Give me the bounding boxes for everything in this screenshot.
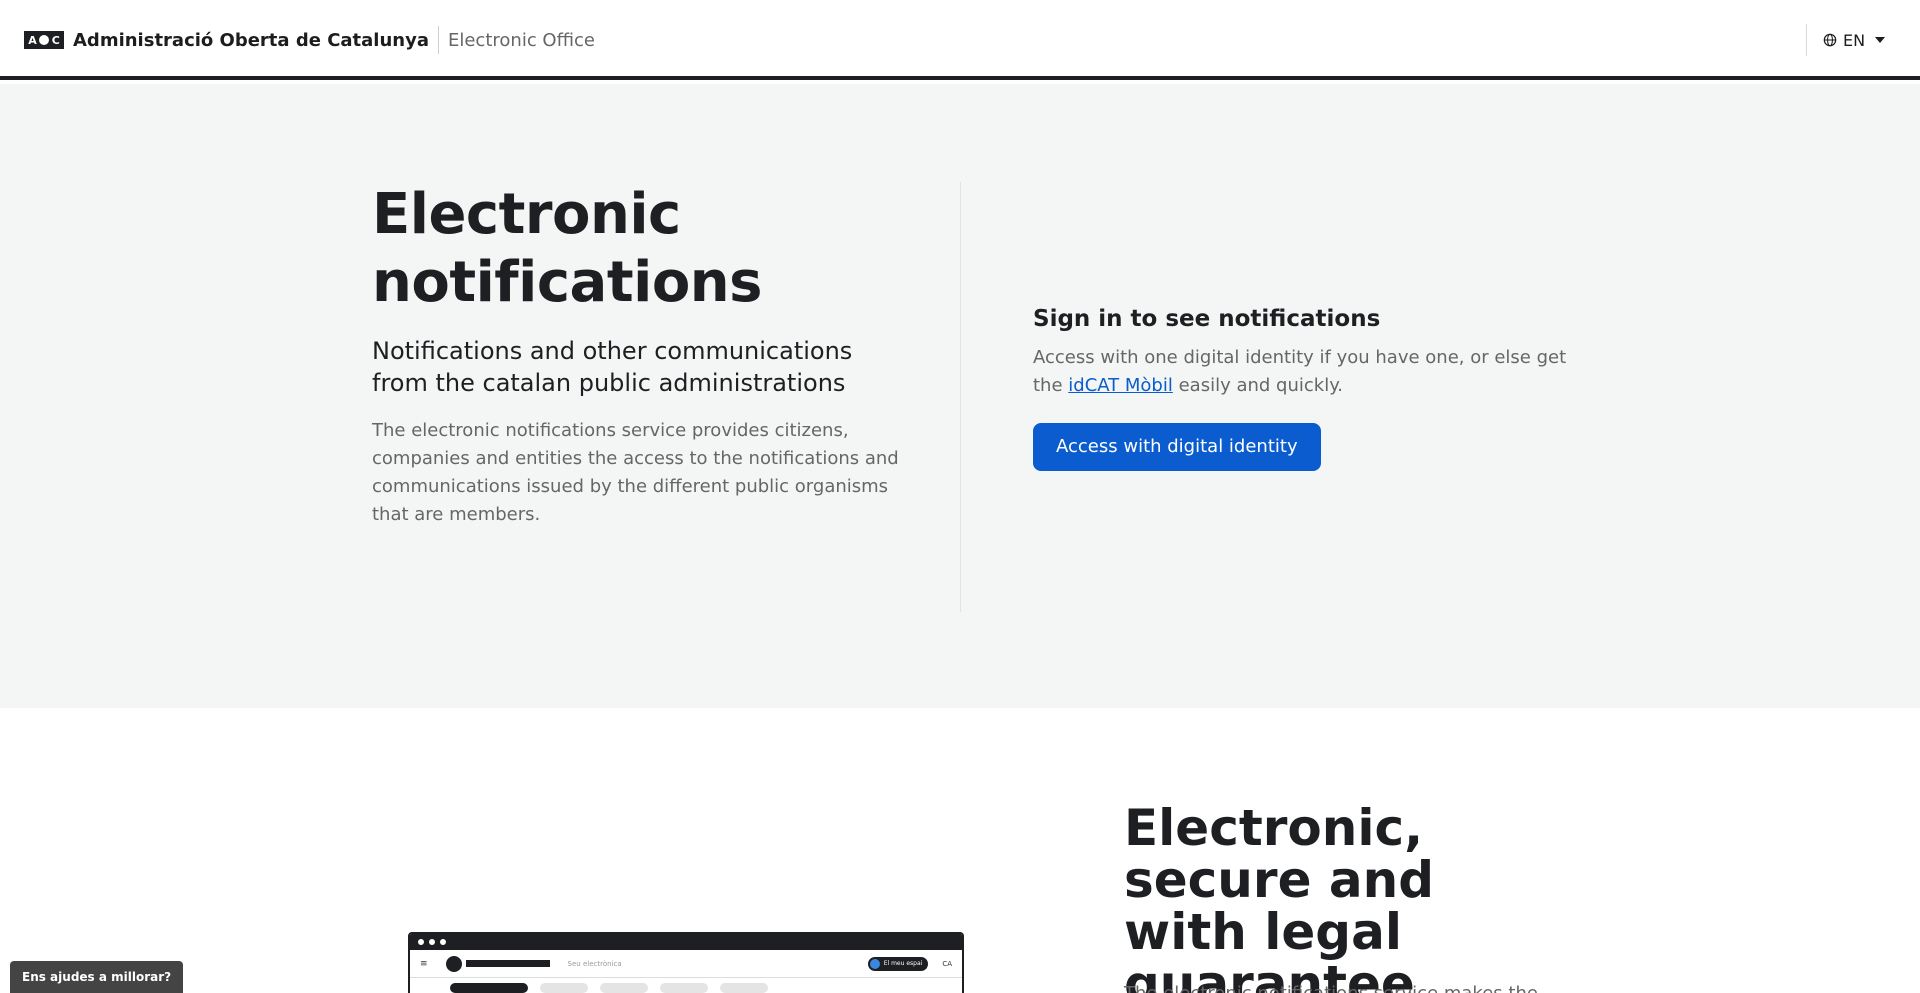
mockup-tabs bbox=[410, 978, 962, 993]
idcat-mobil-link[interactable]: idCAT Mòbil bbox=[1068, 375, 1173, 396]
hero-divider bbox=[960, 182, 961, 612]
features-section: ≡ Seu electrònica El meu espai CA Electr… bbox=[0, 708, 1920, 993]
signin-text: Access with one digital identity if you … bbox=[1033, 344, 1568, 400]
mockup-name-bar bbox=[465, 960, 550, 967]
brand[interactable]: AC Administració Oberta de Catalunya Ele… bbox=[24, 26, 595, 54]
mockup-window-bar bbox=[410, 934, 962, 950]
signin-title: Sign in to see notifications bbox=[1033, 306, 1381, 332]
office-name[interactable]: Electronic Office bbox=[448, 30, 595, 51]
aoc-logo: AC bbox=[24, 31, 64, 49]
access-digital-identity-button[interactable]: Access with digital identity bbox=[1033, 423, 1321, 471]
mockup-logo bbox=[445, 955, 462, 972]
site-header: AC Administració Oberta de Catalunya Ele… bbox=[0, 0, 1920, 80]
signin-panel: Sign in to see notifications Access with… bbox=[1033, 304, 1573, 471]
language-selector[interactable]: EN bbox=[1806, 24, 1886, 56]
section-text: The electronic notifications service mak… bbox=[1124, 983, 1538, 993]
mockup-pill-label: El meu espai bbox=[883, 960, 923, 967]
organization-name[interactable]: Administració Oberta de Catalunya bbox=[73, 30, 429, 51]
language-code: EN bbox=[1843, 30, 1866, 50]
mockup-subtitle: Seu electrònica bbox=[567, 959, 622, 968]
signin-text-end: easily and quickly. bbox=[1172, 375, 1344, 396]
mockup-header: ≡ Seu electrònica El meu espai CA bbox=[410, 950, 962, 978]
chevron-down-icon bbox=[1875, 37, 1886, 43]
hero-intro: Electronic notifications Notifications a… bbox=[372, 181, 912, 529]
section-title-text: Electronic, secure and with legal guaran… bbox=[1124, 799, 1435, 993]
hero-section: Electronic notifications Notifications a… bbox=[0, 84, 1920, 708]
hero-subtitle: Notifications and other communications f… bbox=[372, 337, 853, 397]
section-title: Electronic, secure and with legal guaran… bbox=[1124, 802, 1544, 993]
page-title: Electronic notifications bbox=[372, 182, 762, 315]
mockup-language: CA bbox=[942, 959, 952, 968]
globe-icon bbox=[1823, 33, 1837, 47]
mockup-menu-icon: ≡ bbox=[420, 958, 428, 969]
feedback-button[interactable]: Ens ajudes a millorar? bbox=[10, 961, 184, 993]
brand-separator bbox=[437, 26, 439, 54]
mockup-user-pill: El meu espai bbox=[867, 956, 929, 971]
app-mockup-image: ≡ Seu electrònica El meu espai CA bbox=[408, 932, 964, 993]
mockup-avatar bbox=[869, 958, 880, 969]
hero-description: The electronic notifications service pro… bbox=[372, 420, 899, 525]
